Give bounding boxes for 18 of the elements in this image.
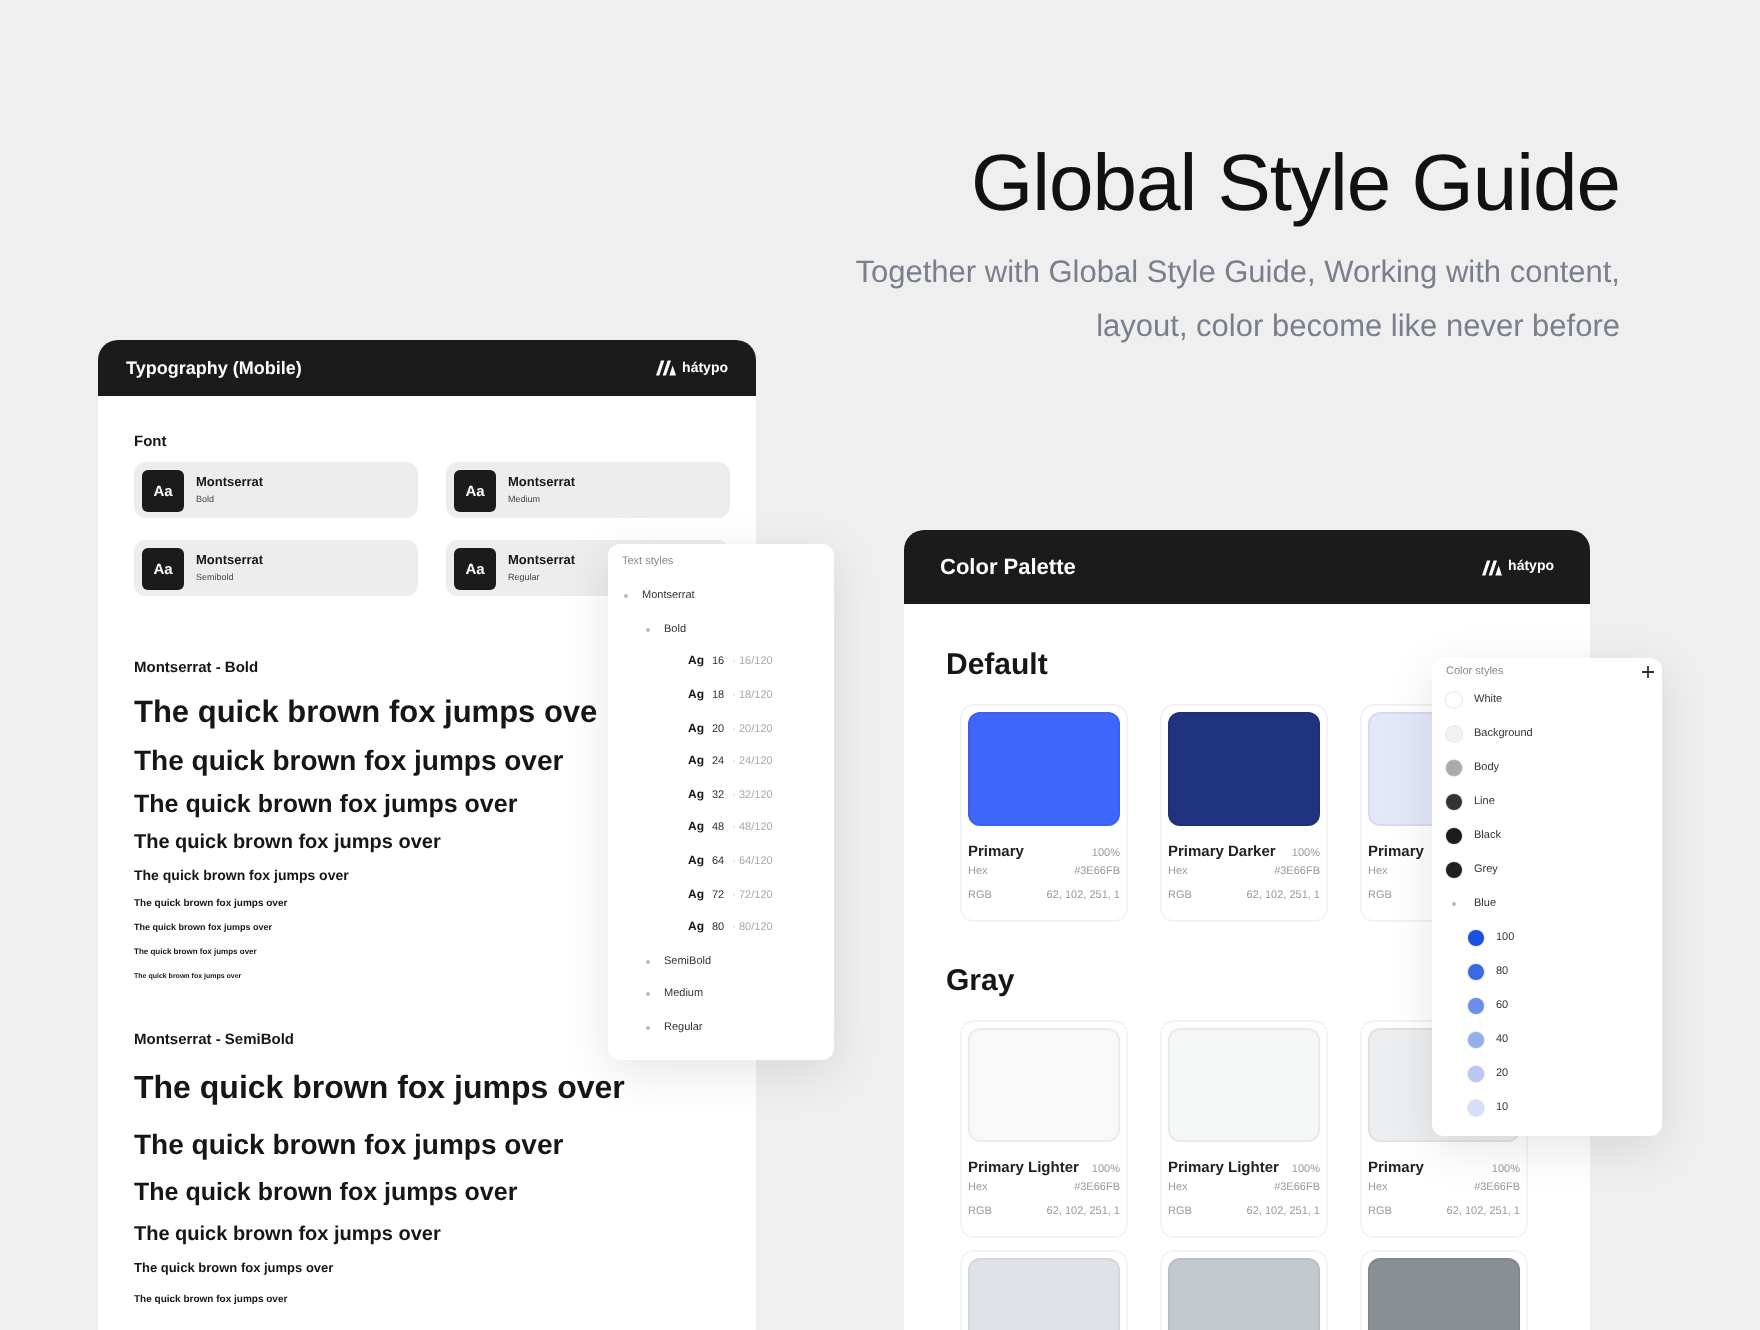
type-sample: The quick brown fox jumps over [134, 830, 441, 858]
logo-icon [1482, 559, 1503, 575]
group-title: Gray [946, 964, 1015, 998]
logo-icon [656, 360, 677, 376]
group-title: Default [946, 648, 1048, 682]
card-title: Typography (Mobile) [126, 358, 302, 378]
subtitle-text: Together with Global Style Guide, Working with content, [855, 254, 1620, 294]
add-icon[interactable] [1642, 666, 1654, 678]
type-sample: The quick brown fox jumps over [134, 788, 518, 822]
type-sample: The quick brown fox jumps over [134, 1176, 518, 1210]
type-sample: The quick brown fox jumps over [134, 1222, 441, 1250]
type-sample: The quick brown fox jumps ove [134, 694, 598, 734]
type-sample: The quick brown fox jumps over [134, 742, 564, 780]
card-title: Color Palette [940, 555, 1076, 579]
type-sample: The quick brown fox jumps over [134, 1126, 564, 1164]
type-sample: The quick brown fox jumps over [134, 1070, 625, 1110]
page-title: Global Style Guide [968, 140, 1620, 230]
subtitle-text: layout, color become like never before [1094, 308, 1620, 348]
